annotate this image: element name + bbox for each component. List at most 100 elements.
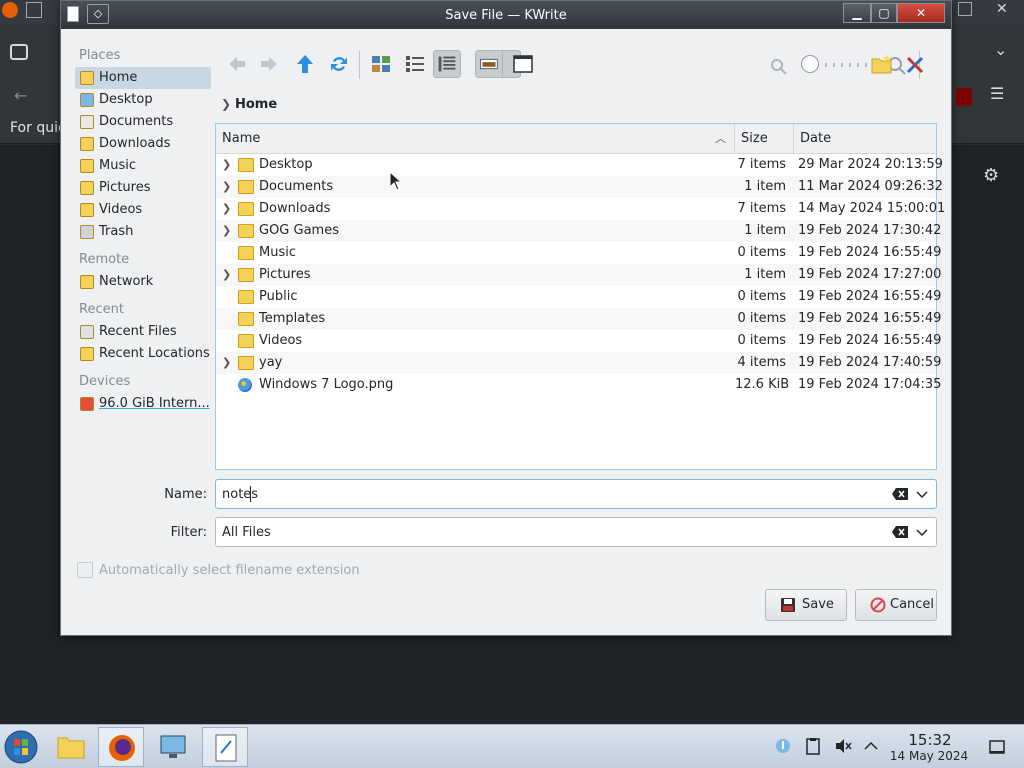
file-size: 0 items (737, 245, 786, 260)
places-item-desktop[interactable]: Desktop (75, 89, 211, 111)
file-name: Templates (259, 311, 326, 326)
taskbar-kwrite[interactable] (202, 727, 248, 767)
dialog-title: Save File — KWrite (445, 8, 567, 23)
file-row[interactable]: ❯ Pictures 1 item 19 Feb 2024 17:27:00 (216, 264, 941, 286)
places-item-trash[interactable]: Trash (75, 221, 211, 243)
file-row[interactable]: ❯ GOG Games 1 item 19 Feb 2024 17:30:42 (216, 220, 941, 242)
file-name: Downloads (259, 201, 331, 216)
file-name: Music (259, 245, 296, 260)
cancel-button[interactable]: Cancel (855, 589, 937, 621)
start-menu-icon[interactable] (4, 730, 38, 764)
places-item-videos[interactable]: Videos (75, 199, 211, 221)
gear-icon: ⚙ (983, 165, 1000, 186)
back-arrow-icon[interactable] (223, 50, 251, 78)
filter-select[interactable]: All Files (215, 517, 937, 547)
clear-text-icon[interactable] (892, 488, 908, 500)
maximize-button[interactable]: ▢ (871, 3, 897, 23)
places-item-recent-files[interactable]: Recent Files (75, 321, 211, 343)
reload-icon[interactable] (325, 50, 353, 78)
dialog-titlebar[interactable]: ◇ Save File — KWrite ▁ ▢ ✕ (61, 1, 951, 29)
parent-folder-arrow-icon[interactable] (291, 50, 319, 78)
breadcrumb-chevron-icon[interactable]: ❯ (221, 97, 231, 111)
file-row[interactable]: Public 0 items 19 Feb 2024 16:55:49 (216, 286, 941, 308)
taskbar-system-settings[interactable] (150, 727, 196, 767)
new-folder-icon[interactable] (869, 51, 895, 77)
file-name: Desktop (259, 157, 313, 172)
show-desktop-icon[interactable] (988, 738, 1006, 756)
chevron-down-icon[interactable] (916, 487, 928, 501)
clipboard-icon[interactable] (804, 737, 822, 755)
zoom-out-icon[interactable] (769, 57, 789, 77)
split-panel-icon[interactable] (509, 50, 537, 78)
places-item-pictures[interactable]: Pictures (75, 177, 211, 199)
file-size: 1 item (744, 223, 786, 238)
minimize-button[interactable]: ▁ (843, 3, 871, 23)
expand-chevron-icon[interactable]: ❯ (222, 220, 232, 242)
expand-chevron-icon[interactable]: ❯ (222, 264, 232, 286)
file-row[interactable]: ❯ Downloads 7 items 14 May 2024 15:00:01 (216, 198, 945, 220)
hamburger-menu-icon: ☰ (990, 84, 1005, 103)
column-header-size[interactable]: Size (735, 124, 794, 154)
places-item-downloads[interactable]: Downloads (75, 133, 211, 155)
breadcrumb-home[interactable]: Home (235, 97, 277, 112)
file-row[interactable]: ❯ Desktop 7 items 29 Mar 2024 20:13:59 (216, 154, 943, 176)
taskbar-file-manager[interactable] (48, 727, 94, 767)
close-icon: ✕ (996, 1, 1008, 17)
computer-icon (160, 735, 186, 758)
zoom-slider-handle[interactable] (801, 55, 819, 73)
expand-chevron-icon[interactable]: ❯ (222, 176, 232, 198)
file-row[interactable]: ❯ yay 4 items 19 Feb 2024 17:40:59 (216, 352, 941, 374)
file-name: yay (259, 355, 283, 370)
close-button[interactable]: ✕ (897, 3, 945, 23)
filename-input[interactable]: notes (215, 479, 937, 509)
clock-time[interactable]: 15:32 (890, 731, 970, 749)
column-header-date[interactable]: Date (794, 124, 936, 154)
preview-icon[interactable] (475, 50, 503, 78)
mouse-cursor-icon (389, 171, 403, 191)
expand-chevron-icon[interactable]: ❯ (222, 198, 232, 220)
folder-icon (238, 224, 254, 238)
file-row[interactable]: Videos 0 items 19 Feb 2024 16:55:49 (216, 330, 941, 352)
chevron-down-icon[interactable] (916, 525, 928, 539)
firefox-icon (2, 2, 18, 18)
places-item-documents[interactable]: Documents (75, 111, 211, 133)
details-view-icon[interactable] (433, 50, 461, 78)
file-list-view[interactable]: Name ︿ Size Date ❯ Desktop 7 items 29 Mar 2… (215, 123, 945, 470)
clear-text-icon[interactable] (892, 526, 908, 538)
update-notifier-icon[interactable] (774, 737, 792, 755)
places-item-label: Trash (99, 224, 134, 239)
places-item-network[interactable]: Network (75, 271, 211, 293)
compact-view-icon[interactable] (401, 50, 429, 78)
auto-extension-label: Automatically select filename extension (99, 563, 360, 578)
expand-chevron-icon[interactable]: ❯ (222, 154, 232, 176)
taskbar-firefox[interactable] (98, 727, 144, 767)
file-row[interactable]: ❯ Documents 1 item 11 Mar 2024 09:26:32 (216, 176, 943, 198)
image-file-icon (238, 378, 252, 392)
volume-muted-icon[interactable] (834, 737, 852, 755)
folder-icon (238, 356, 254, 370)
music-folder-icon (238, 246, 254, 260)
zoom-slider[interactable] (801, 55, 879, 73)
column-header-name[interactable]: Name ︿ (216, 124, 735, 154)
save-button[interactable]: Save (765, 589, 847, 621)
places-item-recent-locations[interactable]: Recent Locations (75, 343, 211, 365)
back-arrow-icon: ← (14, 86, 28, 105)
auto-extension-checkbox[interactable] (77, 562, 93, 578)
clock-date[interactable]: 14 May 2024 (884, 749, 974, 763)
file-row[interactable]: Music 0 items 19 Feb 2024 16:55:49 (216, 242, 941, 264)
file-list-header: Name ︿ Size Date (216, 124, 936, 154)
places-item-music[interactable]: Music (75, 155, 211, 177)
file-row[interactable]: Templates 0 items 19 Feb 2024 16:55:49 (216, 308, 941, 330)
firefox-icon (109, 735, 135, 761)
places-item-home[interactable]: Home (75, 67, 211, 89)
places-item-label: Music (99, 158, 136, 173)
options-tools-icon[interactable] (903, 51, 929, 77)
file-date: 19 Feb 2024 16:55:49 (798, 311, 942, 326)
forward-arrow-icon[interactable] (255, 50, 283, 78)
places-item-96-0-gib-intern[interactable]: 96.0 GiB Intern... (75, 393, 211, 415)
file-row[interactable]: Windows 7 Logo.png 12.6 KiB 19 Feb 2024 17… (216, 374, 941, 396)
pictures-icon (80, 181, 94, 195)
expand-tray-icon[interactable] (862, 737, 880, 755)
icons-view-icon[interactable] (367, 50, 395, 78)
expand-chevron-icon[interactable]: ❯ (222, 352, 232, 374)
